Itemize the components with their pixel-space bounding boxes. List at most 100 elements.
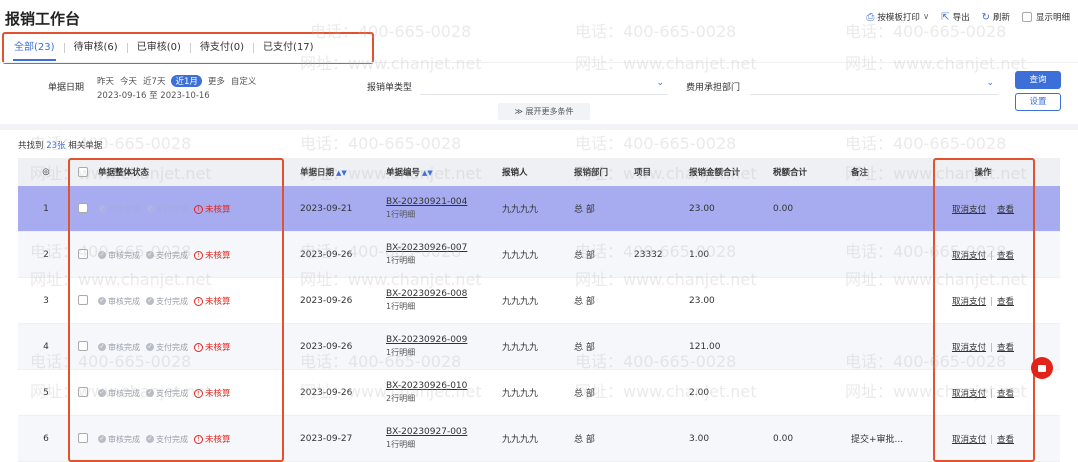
date-option-7days[interactable]: 近7天 (143, 75, 165, 87)
watermark-text: 电话：400-665-0028 (845, 134, 1007, 153)
view-link[interactable]: 查看 (997, 389, 1014, 399)
checkbox-icon[interactable] (78, 433, 88, 444)
row-number-link[interactable]: BX-20230927-003 (386, 427, 498, 437)
checkbox-icon[interactable] (78, 341, 88, 352)
audit-status-label: 审核完成 (108, 342, 140, 352)
table-row[interactable]: 6 ✓ 审核完成 ✓ 支付完成! 未核算 2023-09-27 BX-20230927-003… (18, 416, 1060, 462)
print-template-button[interactable]: ⎙ 按模板打印 ∨ (866, 11, 929, 24)
date-option-yesterday[interactable]: 昨天 (97, 75, 114, 87)
floating-action-button[interactable] (1031, 357, 1053, 379)
row-checkbox-cell[interactable] (74, 249, 94, 260)
double-chevron-down-icon: ≫ (514, 107, 523, 116)
query-button[interactable]: 查询 (1015, 71, 1061, 89)
sort-icon[interactable]: ▲▼ (336, 169, 347, 177)
cancel-payment-link[interactable]: 取消支付 (952, 343, 986, 353)
row-number-link[interactable]: BX-20230926-008 (386, 289, 498, 299)
header-index[interactable]: ◎ (18, 167, 74, 177)
pay-status: ✓ 支付完成 (146, 205, 188, 214)
row-date: 2023-09-21 (300, 203, 353, 214)
row-status: ✓ 审核完成 ✓ 支付完成! 未核算 (94, 387, 296, 399)
pay-status: ✓ 支付完成 (146, 297, 188, 306)
tab-pending-audit[interactable]: 待审核(6) (65, 34, 127, 62)
row-person: 九九九九 (502, 389, 539, 399)
watermark-text: 电话：400-665-0028 (300, 134, 462, 153)
check-circle-icon: ✓ (98, 343, 106, 351)
cancel-payment-link[interactable]: 取消支付 (952, 251, 986, 261)
row-date: 2023-09-26 (300, 387, 353, 398)
view-link[interactable]: 查看 (997, 435, 1014, 445)
expand-more-button[interactable]: ≫ 展开更多条件 (498, 103, 590, 120)
row-date: 2023-09-26 (300, 341, 353, 352)
view-link[interactable]: 查看 (997, 251, 1014, 261)
sort-icon[interactable]: ▲▼ (422, 169, 433, 177)
row-number-link[interactable]: BX-20230926-010 (386, 381, 498, 391)
row-checkbox-cell[interactable] (74, 341, 94, 352)
view-link[interactable]: 查看 (997, 343, 1014, 353)
cancel-payment-link[interactable]: 取消支付 (952, 205, 986, 215)
table-row[interactable]: 2 ✓ 审核完成 ✓ 支付完成! 未核算 2023-09-26 BX-20230926-007… (18, 232, 1060, 278)
chat-icon (1038, 364, 1046, 372)
settings-button[interactable]: 设置 (1015, 93, 1061, 111)
date-option-custom[interactable]: 自定义 (231, 75, 257, 87)
row-index: 4 (43, 341, 49, 352)
row-checkbox-cell[interactable] (74, 203, 94, 214)
row-project: 23332 (634, 249, 663, 260)
row-index: 1 (43, 203, 49, 214)
header-number[interactable]: 单据编号 ▲▼ (382, 166, 498, 178)
date-quick-options: 昨天 今天 近7天 近1月 更多 自定义 (97, 75, 262, 87)
refresh-button[interactable]: ↻ 刷新 (982, 11, 1010, 24)
cancel-payment-link[interactable]: 取消支付 (952, 297, 986, 307)
header-tax: 税额合计 (773, 168, 808, 178)
view-link[interactable]: 查看 (997, 297, 1014, 307)
cancel-payment-link[interactable]: 取消支付 (952, 389, 986, 399)
checkbox-icon[interactable] (78, 295, 88, 306)
row-checkbox-cell[interactable] (74, 387, 94, 398)
print-template-label: 按模板打印 (877, 13, 920, 23)
tab-paid[interactable]: 已支付(17) (254, 34, 323, 62)
row-ops: 取消支付 | 查看 (906, 341, 1060, 353)
date-option-more[interactable]: 更多 (208, 75, 225, 87)
check-circle-icon: ✓ (98, 251, 106, 259)
export-button[interactable]: ⇱ 导出 (941, 11, 969, 24)
pay-status: ✓ 支付完成 (146, 435, 188, 444)
type-filter-label: 报销单类型 (367, 83, 413, 93)
settle-status: ! 未核算 (194, 250, 231, 261)
table-row[interactable]: 4 ✓ 审核完成 ✓ 支付完成! 未核算 2023-09-26 BX-20230926-009… (18, 324, 1060, 370)
row-dept: 总 部 (574, 343, 595, 353)
row-status: ✓ 审核完成 ✓ 支付完成! 未核算 (94, 295, 296, 307)
row-checkbox-cell[interactable] (74, 295, 94, 306)
check-circle-icon: ✓ (146, 435, 154, 443)
date-option-today[interactable]: 今天 (120, 75, 137, 87)
table-row[interactable]: 1 ✓ 审核完成 ✓ 支付完成! 未核算 2023-09-21 BX-20230921-004… (18, 186, 1060, 232)
table-header: ◎ 单据整体状态 单据日期 ▲▼ 单据编号 ▲▼ 报销人 报销部门 项目 报销金额合… (18, 158, 1060, 186)
audit-status-label: 审核完成 (108, 296, 140, 306)
row-number-link[interactable]: BX-20230926-007 (386, 243, 498, 253)
dept-select[interactable]: ⌄ (750, 77, 998, 95)
tab-all[interactable]: 全部(23) (5, 34, 64, 62)
checkbox-icon[interactable] (78, 203, 88, 214)
type-select[interactable]: ⌄ (420, 77, 668, 95)
checkbox-icon[interactable] (78, 387, 88, 398)
settle-status: ! 未核算 (194, 342, 231, 353)
table-row[interactable]: 5 ✓ 审核完成 ✓ 支付完成! 未核算 2023-09-26 BX-20230926-010… (18, 370, 1060, 416)
date-option-1month[interactable]: 近1月 (171, 75, 202, 87)
audit-status-label: 审核完成 (108, 204, 140, 214)
row-status: ✓ 审核完成 ✓ 支付完成! 未核算 (94, 341, 296, 353)
checkbox-icon[interactable] (78, 166, 88, 177)
table-row[interactable]: 3 ✓ 审核完成 ✓ 支付完成! 未核算 2023-09-26 BX-20230926-008… (18, 278, 1060, 324)
show-detail-toggle[interactable]: 显示明细 (1021, 11, 1070, 23)
row-number-link[interactable]: BX-20230921-004 (386, 197, 498, 207)
row-checkbox-cell[interactable] (74, 433, 94, 444)
chevron-down-icon: ⌄ (986, 78, 994, 88)
header-select-all[interactable] (74, 166, 94, 178)
tab-audited[interactable]: 已审核(0) (128, 34, 190, 62)
row-number-link[interactable]: BX-20230926-009 (386, 335, 498, 345)
view-link[interactable]: 查看 (997, 205, 1014, 215)
settle-status: ! 未核算 (194, 204, 231, 215)
header-date[interactable]: 单据日期 ▲▼ (296, 166, 382, 178)
tab-pending-pay[interactable]: 待支付(0) (191, 34, 253, 62)
checkbox-icon[interactable] (1021, 12, 1032, 22)
checkbox-icon[interactable] (78, 249, 88, 260)
cancel-payment-link[interactable]: 取消支付 (952, 435, 986, 445)
row-amount: 2.00 (689, 387, 710, 398)
